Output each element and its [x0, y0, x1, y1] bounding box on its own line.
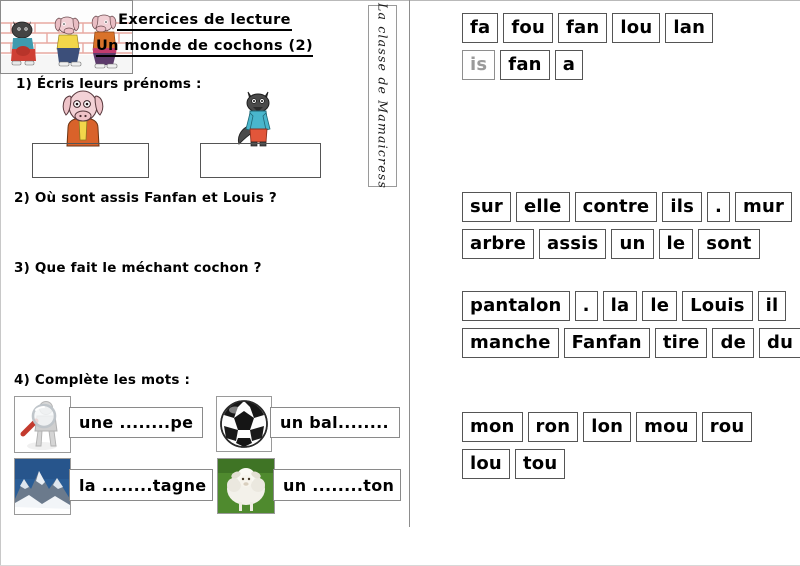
word-bank-row: fa fou fan lou lan	[462, 13, 718, 43]
word-card[interactable]: pantalon	[462, 291, 570, 321]
word-bank-row: manche Fanfan tire de du	[462, 328, 800, 358]
sheep-thumbnail	[217, 458, 275, 514]
word-card[interactable]: fan	[558, 13, 608, 43]
word-card[interactable]: contre	[574, 192, 658, 222]
page-title-text: Exercices de lecture	[117, 12, 292, 31]
word-card[interactable]: lan	[665, 13, 714, 43]
word-line-montagne[interactable]: la ........tagne	[69, 469, 213, 501]
syllables-group-2: mon ron lon mou rou lou tou	[462, 412, 757, 486]
soccer-ball-thumbnail	[216, 396, 272, 452]
word-card[interactable]: mou	[636, 412, 697, 442]
word-card[interactable]: elle	[516, 192, 570, 222]
word-card[interactable]: arbre	[462, 229, 534, 259]
word-card[interactable]: ils	[662, 192, 702, 222]
word-card[interactable]: la	[602, 291, 638, 321]
word-card[interactable]: lou	[612, 13, 661, 43]
blog-credit-text: La classe de Mamaicress	[375, 2, 390, 190]
word-card[interactable]: mon	[462, 412, 523, 442]
word-card[interactable]: assis	[539, 229, 607, 259]
word-card[interactable]: du	[758, 328, 800, 358]
word-bank-row: sur elle contre ils. mur	[462, 192, 797, 222]
page-subtitle-text: Un monde de cochons (2)	[95, 38, 314, 57]
word-bank-row: arbre assis un le sont	[462, 229, 797, 259]
syllables-group: fa fou fan lou lan is fan a	[462, 13, 718, 87]
word-card[interactable]: ron	[527, 412, 579, 442]
word-card[interactable]: le	[658, 229, 694, 259]
word-line-mouton[interactable]: un ........ton	[273, 469, 401, 501]
word-bank-row: is fan a	[462, 50, 718, 80]
word-card[interactable]: sont	[698, 229, 760, 259]
word-card[interactable]: Fanfan	[563, 328, 650, 358]
word-bank-column: fa fou fan lou lan is fan a sur elle contre ils. mu…	[410, 0, 800, 566]
word-card[interactable]: il	[757, 291, 787, 321]
magnifying-glass-thumbnail	[14, 396, 71, 453]
mountain-thumbnail	[14, 458, 71, 515]
page-title: Exercices de lecture	[0, 12, 409, 31]
question-3-label: 3) Que fait le méchant cochon ?	[14, 260, 262, 276]
word-card[interactable]: fa	[462, 13, 499, 43]
word-card[interactable]: le	[642, 291, 678, 321]
word-card[interactable]: .	[706, 192, 731, 222]
word-card[interactable]: fan	[500, 50, 550, 80]
answer-box-wolf[interactable]	[200, 143, 321, 178]
word-card[interactable]: rou	[701, 412, 753, 442]
word-card[interactable]: sur	[462, 192, 512, 222]
word-bank-row: lou tou	[462, 449, 757, 479]
word-line-ballon[interactable]: un bal........	[270, 407, 400, 438]
page-subtitle: Un monde de cochons (2)	[0, 38, 409, 57]
question-2-label: 2) Où sont assis Fanfan et Louis ?	[14, 190, 277, 206]
word-card[interactable]: lon	[583, 412, 632, 442]
sentence-words-group-1: sur elle contre ils. mur arbre assis un le sont	[462, 192, 797, 266]
word-card[interactable]: un	[611, 229, 654, 259]
word-bank-row: pantalon. la le Louis il	[462, 291, 800, 321]
word-card[interactable]: fou	[503, 13, 554, 43]
word-card[interactable]: de	[712, 328, 754, 358]
word-line-loupe[interactable]: une ........pe	[69, 407, 203, 438]
sentence-words-group-2: pantalon. la le Louis il manche Fanfan tire de du	[462, 291, 800, 365]
blog-credit-band: La classe de Mamaicress	[368, 2, 397, 190]
wolf-character-illustration	[234, 86, 286, 150]
word-card[interactable]: manche	[462, 328, 559, 358]
word-card[interactable]: a	[554, 50, 584, 80]
worksheet-page: Exercices de lecture Un monde de cochons…	[0, 0, 800, 566]
word-card[interactable]: .	[574, 291, 598, 321]
word-card[interactable]: Louis	[682, 291, 753, 321]
word-card[interactable]: tou	[514, 449, 566, 479]
word-card[interactable]: tire	[654, 328, 708, 358]
word-bank-row: mon ron lon mou rou	[462, 412, 757, 442]
answer-box-pig[interactable]	[32, 143, 149, 178]
word-card[interactable]: is	[462, 50, 496, 80]
pig-character-illustration	[52, 88, 114, 148]
question-4-label: 4) Complète les mots :	[14, 372, 191, 388]
worksheet-column: Exercices de lecture Un monde de cochons…	[0, 0, 409, 566]
word-card[interactable]: lou	[462, 449, 510, 479]
word-card[interactable]: mur	[735, 192, 793, 222]
